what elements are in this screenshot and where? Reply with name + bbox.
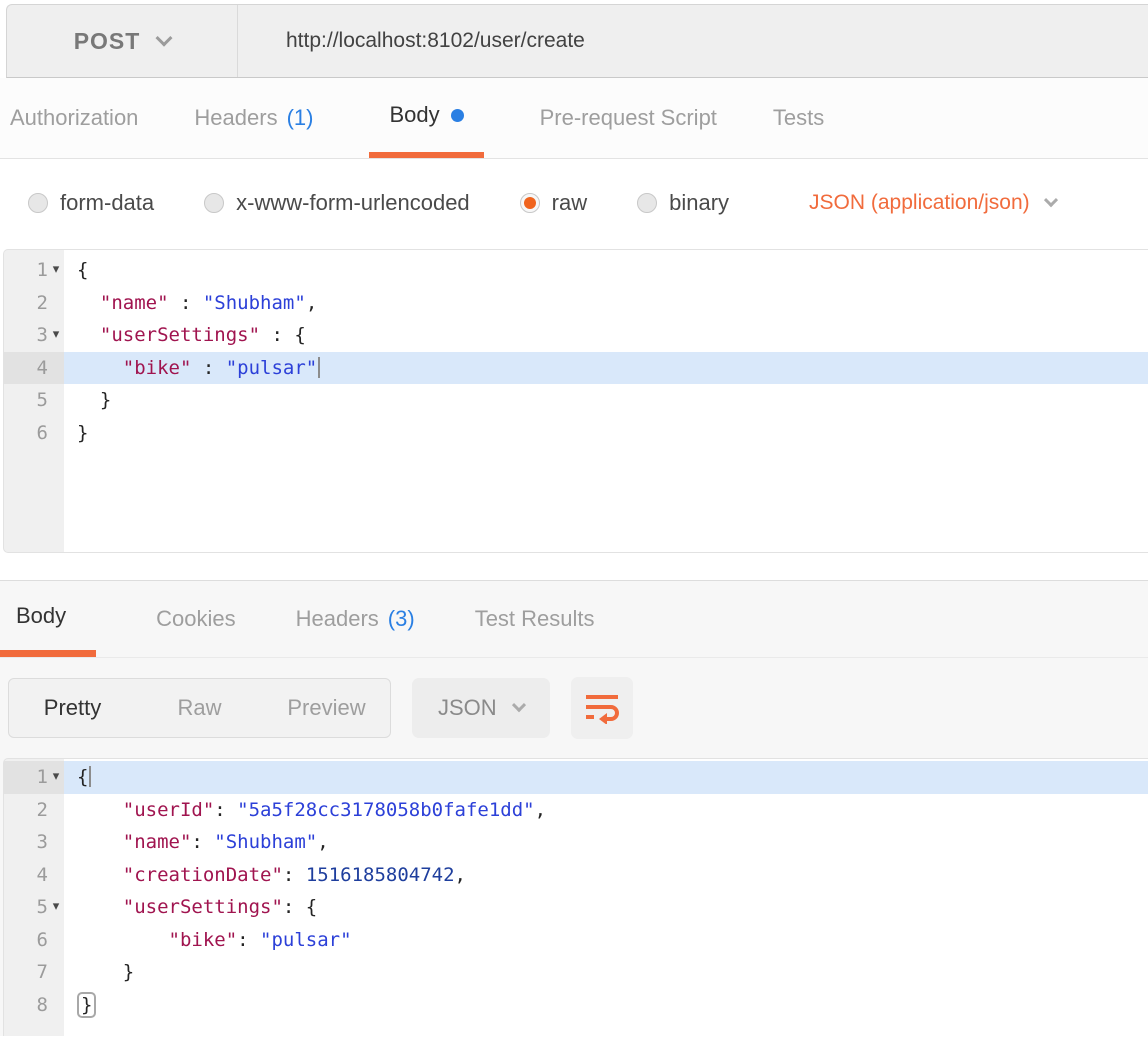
response-headers-count-badge: (3) [388, 606, 415, 632]
method-selector[interactable]: POST [7, 5, 238, 77]
line-number: 3▾ [4, 319, 64, 352]
view-mode-group: Pretty Raw Preview [8, 678, 391, 738]
view-raw-button[interactable]: Raw [136, 679, 263, 737]
code-line[interactable]: 4 "bike" : "pulsar" [4, 352, 1148, 385]
response-tabs: Body Cookies Headers (3) Test Results [0, 581, 1148, 658]
code-line[interactable]: 8} [4, 989, 1148, 1022]
radio-selected-icon [520, 193, 540, 213]
line-number: 2 [4, 794, 64, 827]
tab-authorization[interactable]: Authorization [10, 78, 138, 158]
code-line[interactable]: 1▾{ [4, 254, 1148, 287]
code-line[interactable]: 1▾{ [4, 761, 1148, 794]
radio-icon [28, 193, 48, 213]
body-type-row: form-data x-www-form-urlencoded raw bina… [0, 159, 1148, 247]
fold-toggle-icon[interactable]: ▾ [48, 254, 64, 287]
line-number: 5 [4, 384, 64, 417]
tab-headers[interactable]: Headers (1) [194, 78, 313, 158]
tab-body[interactable]: Body [369, 78, 483, 158]
response-section: Body Cookies Headers (3) Test Results Pr… [0, 580, 1148, 1036]
text-cursor [318, 357, 320, 378]
request-editor[interactable]: 1▾{2 "name" : "Shubham",3▾ "userSettings… [3, 249, 1148, 553]
code-line[interactable]: 5 } [4, 384, 1148, 417]
radio-binary[interactable]: binary [637, 190, 729, 216]
line-number: 4 [4, 352, 64, 385]
fold-toggle-icon[interactable]: ▾ [48, 891, 64, 924]
tab-cookies[interactable]: Cookies [156, 581, 235, 657]
response-toolbar: Pretty Raw Preview JSON [0, 658, 1148, 758]
fold-toggle-icon[interactable]: ▾ [48, 761, 64, 794]
word-wrap-icon [584, 692, 620, 724]
tab-test-results[interactable]: Test Results [475, 581, 595, 657]
chevron-down-icon [156, 30, 173, 47]
code-line[interactable]: 4 "creationDate": 1516185804742, [4, 859, 1148, 892]
content-type-selector[interactable]: JSON (application/json) [809, 191, 1056, 215]
chevron-down-icon [512, 698, 526, 712]
request-tabs: Authorization Headers (1) Body Pre-reque… [0, 78, 1148, 159]
response-editor[interactable]: 1▾{2 "userId": "5a5f28cc3178058b0fafe1dd… [3, 758, 1148, 1036]
code-line[interactable]: 3▾ "userSettings" : { [4, 319, 1148, 352]
line-number: 8 [4, 989, 64, 1022]
line-number: 4 [4, 859, 64, 892]
tab-response-body[interactable]: Body [0, 581, 96, 657]
radio-icon [204, 193, 224, 213]
line-number: 2 [4, 287, 64, 320]
tab-pre-request-script[interactable]: Pre-request Script [540, 78, 717, 158]
code-line[interactable]: 5▾ "userSettings": { [4, 891, 1148, 924]
unsaved-dot-icon [451, 109, 464, 122]
line-number: 1▾ [4, 761, 64, 794]
chevron-down-icon [1044, 193, 1058, 207]
line-number: 3 [4, 826, 64, 859]
method-label: POST [74, 28, 141, 55]
line-number: 5▾ [4, 891, 64, 924]
radio-x-www-form-urlencoded[interactable]: x-www-form-urlencoded [204, 190, 470, 216]
code-line[interactable]: 2 "name" : "Shubham", [4, 287, 1148, 320]
view-pretty-button[interactable]: Pretty [9, 679, 136, 737]
radio-icon [637, 193, 657, 213]
text-cursor [89, 766, 91, 787]
url-input[interactable]: http://localhost:8102/user/create [238, 5, 1148, 77]
response-format-select[interactable]: JSON [412, 678, 550, 738]
code-line[interactable]: 3 "name": "Shubham", [4, 826, 1148, 859]
wrap-text-button[interactable] [571, 677, 633, 739]
code-line[interactable]: 6 "bike": "pulsar" [4, 924, 1148, 957]
url-text: http://localhost:8102/user/create [286, 29, 585, 53]
tab-response-headers[interactable]: Headers (3) [296, 581, 415, 657]
radio-raw[interactable]: raw [520, 190, 587, 216]
radio-form-data[interactable]: form-data [28, 190, 154, 216]
line-number: 7 [4, 956, 64, 989]
headers-count-badge: (1) [287, 105, 314, 131]
tab-tests[interactable]: Tests [773, 78, 824, 158]
code-line[interactable]: 7 } [4, 956, 1148, 989]
code-line[interactable]: 2 "userId": "5a5f28cc3178058b0fafe1dd", [4, 794, 1148, 827]
line-number: 6 [4, 417, 64, 450]
request-url-bar: POST http://localhost:8102/user/create [6, 4, 1148, 78]
fold-toggle-icon[interactable]: ▾ [48, 319, 64, 352]
code-line[interactable]: 6} [4, 417, 1148, 450]
line-number: 1▾ [4, 254, 64, 287]
line-number: 6 [4, 924, 64, 957]
view-preview-button[interactable]: Preview [263, 679, 390, 737]
